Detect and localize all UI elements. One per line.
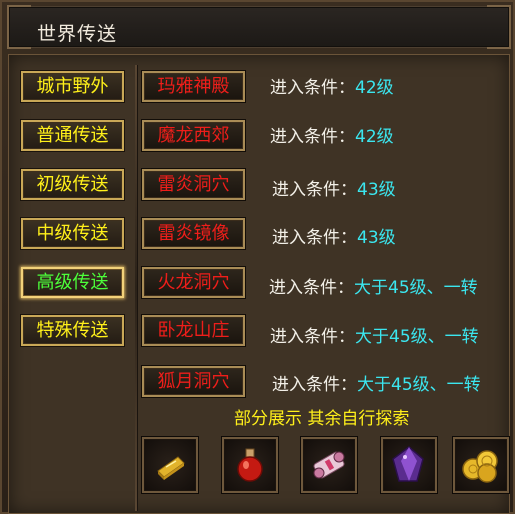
- purple-gem-icon: [392, 446, 424, 482]
- teleport-window: 世界传送 城市野外 普通传送 初级传送 中级传送 高级传送 特殊传送 玛雅神殿 …: [0, 0, 515, 514]
- gold-bar-icon: [157, 456, 185, 480]
- destination-button-thunder-mirror[interactable]: 雷炎镜像: [142, 218, 245, 249]
- condition-value: 大于45级、一转: [357, 375, 481, 395]
- condition-label: 进入条件：: [272, 180, 357, 200]
- condition-value: 大于45级、一转: [354, 278, 478, 298]
- destination-button-wolong-manor[interactable]: 卧龙山庄: [142, 315, 245, 346]
- destination-button-dragon-west[interactable]: 魔龙西郊: [142, 120, 245, 151]
- condition-value: 43级: [357, 180, 396, 200]
- category-button-advanced[interactable]: 高级传送: [21, 267, 124, 298]
- condition-label: 进入条件：: [269, 278, 354, 298]
- condition-value: 42级: [355, 127, 394, 147]
- corner-ornament: [7, 25, 31, 49]
- category-button-special[interactable]: 特殊传送: [21, 315, 124, 346]
- destination-button-maya-temple[interactable]: 玛雅神殿: [142, 71, 245, 102]
- entry-condition: 进入条件：大于45级、一转: [272, 370, 481, 395]
- title-bar: 世界传送: [7, 5, 511, 49]
- window-title: 世界传送: [37, 23, 118, 45]
- condition-value: 大于45级、一转: [355, 327, 479, 347]
- scroll-icon: [313, 451, 345, 479]
- gold-coins-icon: [462, 450, 498, 483]
- entry-condition: 进入条件：43级: [272, 175, 396, 200]
- category-button-intermediate[interactable]: 中级传送: [21, 218, 124, 249]
- category-button-normal[interactable]: 普通传送: [21, 120, 124, 151]
- destination-button-fire-dragon-cave[interactable]: 火龙洞穴: [142, 267, 245, 298]
- item-slot[interactable]: [453, 437, 509, 493]
- red-potion-icon: [237, 448, 263, 482]
- condition-label: 进入条件：: [272, 228, 357, 248]
- teleport-panel: 城市野外 普通传送 初级传送 中级传送 高级传送 特殊传送 玛雅神殿 魔龙西郊 …: [8, 54, 510, 514]
- corner-ornament: [487, 25, 511, 49]
- condition-label: 进入条件：: [270, 78, 355, 98]
- item-slot[interactable]: [222, 437, 278, 493]
- category-button-city-field[interactable]: 城市野外: [21, 71, 124, 102]
- destination-button-thunder-cave[interactable]: 雷炎洞穴: [142, 169, 245, 200]
- entry-condition: 进入条件：42级: [270, 73, 394, 98]
- category-button-beginner[interactable]: 初级传送: [21, 169, 124, 200]
- item-slot[interactable]: [142, 437, 198, 493]
- destination-button-fox-moon-cave[interactable]: 狐月洞穴: [142, 366, 245, 397]
- condition-label: 进入条件：: [270, 127, 355, 147]
- item-slot[interactable]: [381, 437, 437, 493]
- entry-condition: 进入条件：42级: [270, 122, 394, 147]
- item-slot[interactable]: [301, 437, 357, 493]
- partial-display-note: 部分展示 其余自行探索: [234, 409, 410, 429]
- entry-condition: 进入条件：大于45级、一转: [270, 322, 479, 347]
- condition-label: 进入条件：: [272, 375, 357, 395]
- entry-condition: 进入条件：43级: [272, 223, 396, 248]
- column-divider: [135, 65, 138, 511]
- entry-condition: 进入条件：大于45级、一转: [269, 273, 478, 298]
- condition-label: 进入条件：: [270, 327, 355, 347]
- condition-value: 43级: [357, 228, 396, 248]
- condition-value: 42级: [355, 78, 394, 98]
